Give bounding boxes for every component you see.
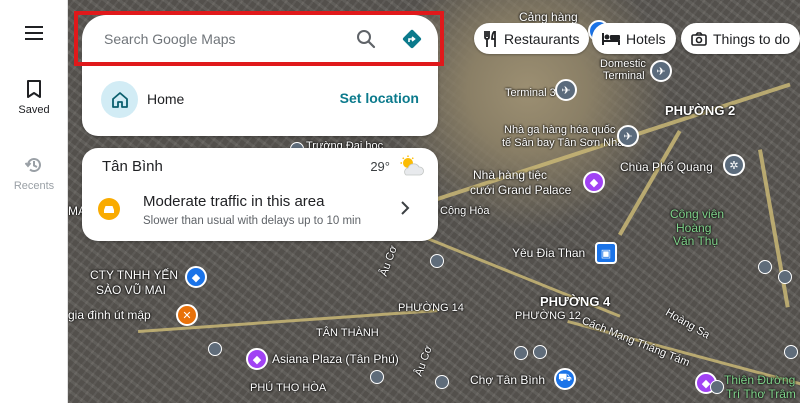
- bus-stop-icon[interactable]: [208, 342, 222, 356]
- bus-stop-icon[interactable]: [784, 345, 798, 359]
- map-label: cưới Grand Palace: [470, 183, 572, 197]
- home-label: Home: [147, 91, 185, 107]
- bus-stop-icon[interactable]: [758, 260, 772, 274]
- map-label: TÂN THÀNH: [316, 327, 379, 339]
- map-label: PHƯỜNG 12: [515, 310, 581, 322]
- set-location-button[interactable]: Set location: [340, 90, 419, 106]
- recents-label: Recents: [13, 180, 55, 192]
- map-label: Âu Cơ: [377, 244, 400, 278]
- map-label: Chợ Tân Bình: [470, 373, 546, 387]
- traffic-title: Moderate traffic in this area: [143, 193, 325, 210]
- map-label: Nhà hàng tiệc: [473, 168, 548, 182]
- search-input[interactable]: [104, 31, 334, 47]
- search-icon[interactable]: [354, 27, 378, 51]
- map-label: CTY TNHH YẾN: [90, 268, 179, 282]
- bus-stop-icon[interactable]: [430, 254, 444, 268]
- bus-stop-icon[interactable]: [435, 375, 449, 389]
- home-card: Home Set location: [82, 63, 438, 136]
- chevron-right-icon[interactable]: [400, 201, 410, 215]
- hotel-icon: [602, 32, 620, 45]
- chip-things-to-do[interactable]: Things to do: [681, 23, 800, 54]
- chip-hotels[interactable]: Hotels: [592, 23, 676, 54]
- saved-label: Saved: [18, 104, 50, 116]
- map-label: PHÚ THỌ HÒA: [250, 382, 327, 394]
- temperature: 29°: [370, 159, 390, 174]
- map-label: Trí Thơ Trâm: [726, 387, 796, 401]
- saved-button[interactable]: Saved: [0, 80, 68, 116]
- directions-icon[interactable]: [400, 27, 424, 51]
- store-pin-icon[interactable]: ◆: [185, 266, 207, 288]
- map-label: PHƯỜNG 4: [540, 294, 611, 309]
- area-name: Tân Bình: [102, 158, 163, 175]
- map-label: Thiên Đường: [724, 373, 796, 387]
- recents-button[interactable]: Recents: [0, 156, 68, 192]
- left-rail: Saved Recents: [0, 0, 68, 403]
- search-box: [82, 15, 438, 63]
- map-label: gia đình út mập: [68, 308, 151, 322]
- bookmark-icon: [27, 80, 41, 98]
- map-label: Hoàng Sa: [663, 306, 712, 342]
- bus-stop-icon[interactable]: [514, 346, 528, 360]
- camera-icon: [691, 31, 707, 46]
- map-label: PHƯỜNG 14: [398, 302, 464, 314]
- map-label: Terminal: [603, 70, 645, 82]
- history-icon: [25, 158, 41, 173]
- shopping-cart-pin-icon[interactable]: ⛟: [554, 368, 576, 390]
- map-label: Văn Thụ: [673, 234, 719, 248]
- map-label: Yêu Đia Than: [512, 246, 586, 260]
- map-label: Cộng Hòa: [440, 205, 490, 217]
- map-label: Hoàng: [676, 221, 712, 235]
- airport-pin-icon[interactable]: ✈: [650, 60, 672, 82]
- bus-stop-icon[interactable]: [710, 380, 724, 394]
- chip-label: Restaurants: [504, 30, 580, 47]
- bus-stop-icon[interactable]: [533, 345, 547, 359]
- map-label: Domestic: [600, 58, 646, 70]
- airport-pin-icon[interactable]: ✈: [617, 125, 639, 147]
- map-label: Terminal 3: [505, 87, 556, 99]
- map-label: PHƯỜNG 2: [665, 103, 736, 118]
- map-label: SÀO VŨ MAI: [96, 283, 167, 297]
- bus-stop-icon[interactable]: [370, 370, 384, 384]
- restaurant-pin-icon[interactable]: ✕: [176, 304, 198, 326]
- traffic-car-icon: [98, 198, 120, 220]
- partly-cloudy-icon: [400, 155, 424, 176]
- chip-label: Hotels: [626, 30, 666, 47]
- shopping-pin-icon[interactable]: ◆: [583, 171, 605, 193]
- map-label: Chùa Phổ Quang: [620, 160, 713, 174]
- map-label: Cảng hàng: [519, 10, 578, 24]
- home-icon: [101, 81, 138, 118]
- store-pin-icon[interactable]: ▣: [595, 242, 617, 264]
- area-info-card: Tân Bình 29° Moderate traffic in this ar…: [82, 148, 438, 241]
- restaurant-icon: [484, 30, 496, 47]
- chip-label: Things to do: [713, 30, 791, 47]
- shopping-pin-icon[interactable]: ◆: [246, 348, 268, 370]
- map-label: Nhà ga hàng hóa quốc: [504, 124, 616, 136]
- map-label: Âu Cơ: [412, 344, 435, 378]
- map-label: tế Sân bay Tân Sơn Nhất: [502, 137, 627, 149]
- map-label: Công viên: [670, 207, 725, 221]
- menu-icon: [25, 26, 43, 40]
- airport-pin-icon[interactable]: ✈: [555, 79, 577, 101]
- menu-button[interactable]: [0, 26, 68, 40]
- chip-restaurants[interactable]: Restaurants: [474, 23, 590, 54]
- bus-stop-icon[interactable]: [778, 270, 792, 284]
- temple-pin-icon[interactable]: ✲: [723, 154, 745, 176]
- map-label: Asiana Plaza (Tân Phú): [272, 352, 399, 366]
- traffic-subtitle: Slower than usual with delays up to 10 m…: [143, 215, 361, 227]
